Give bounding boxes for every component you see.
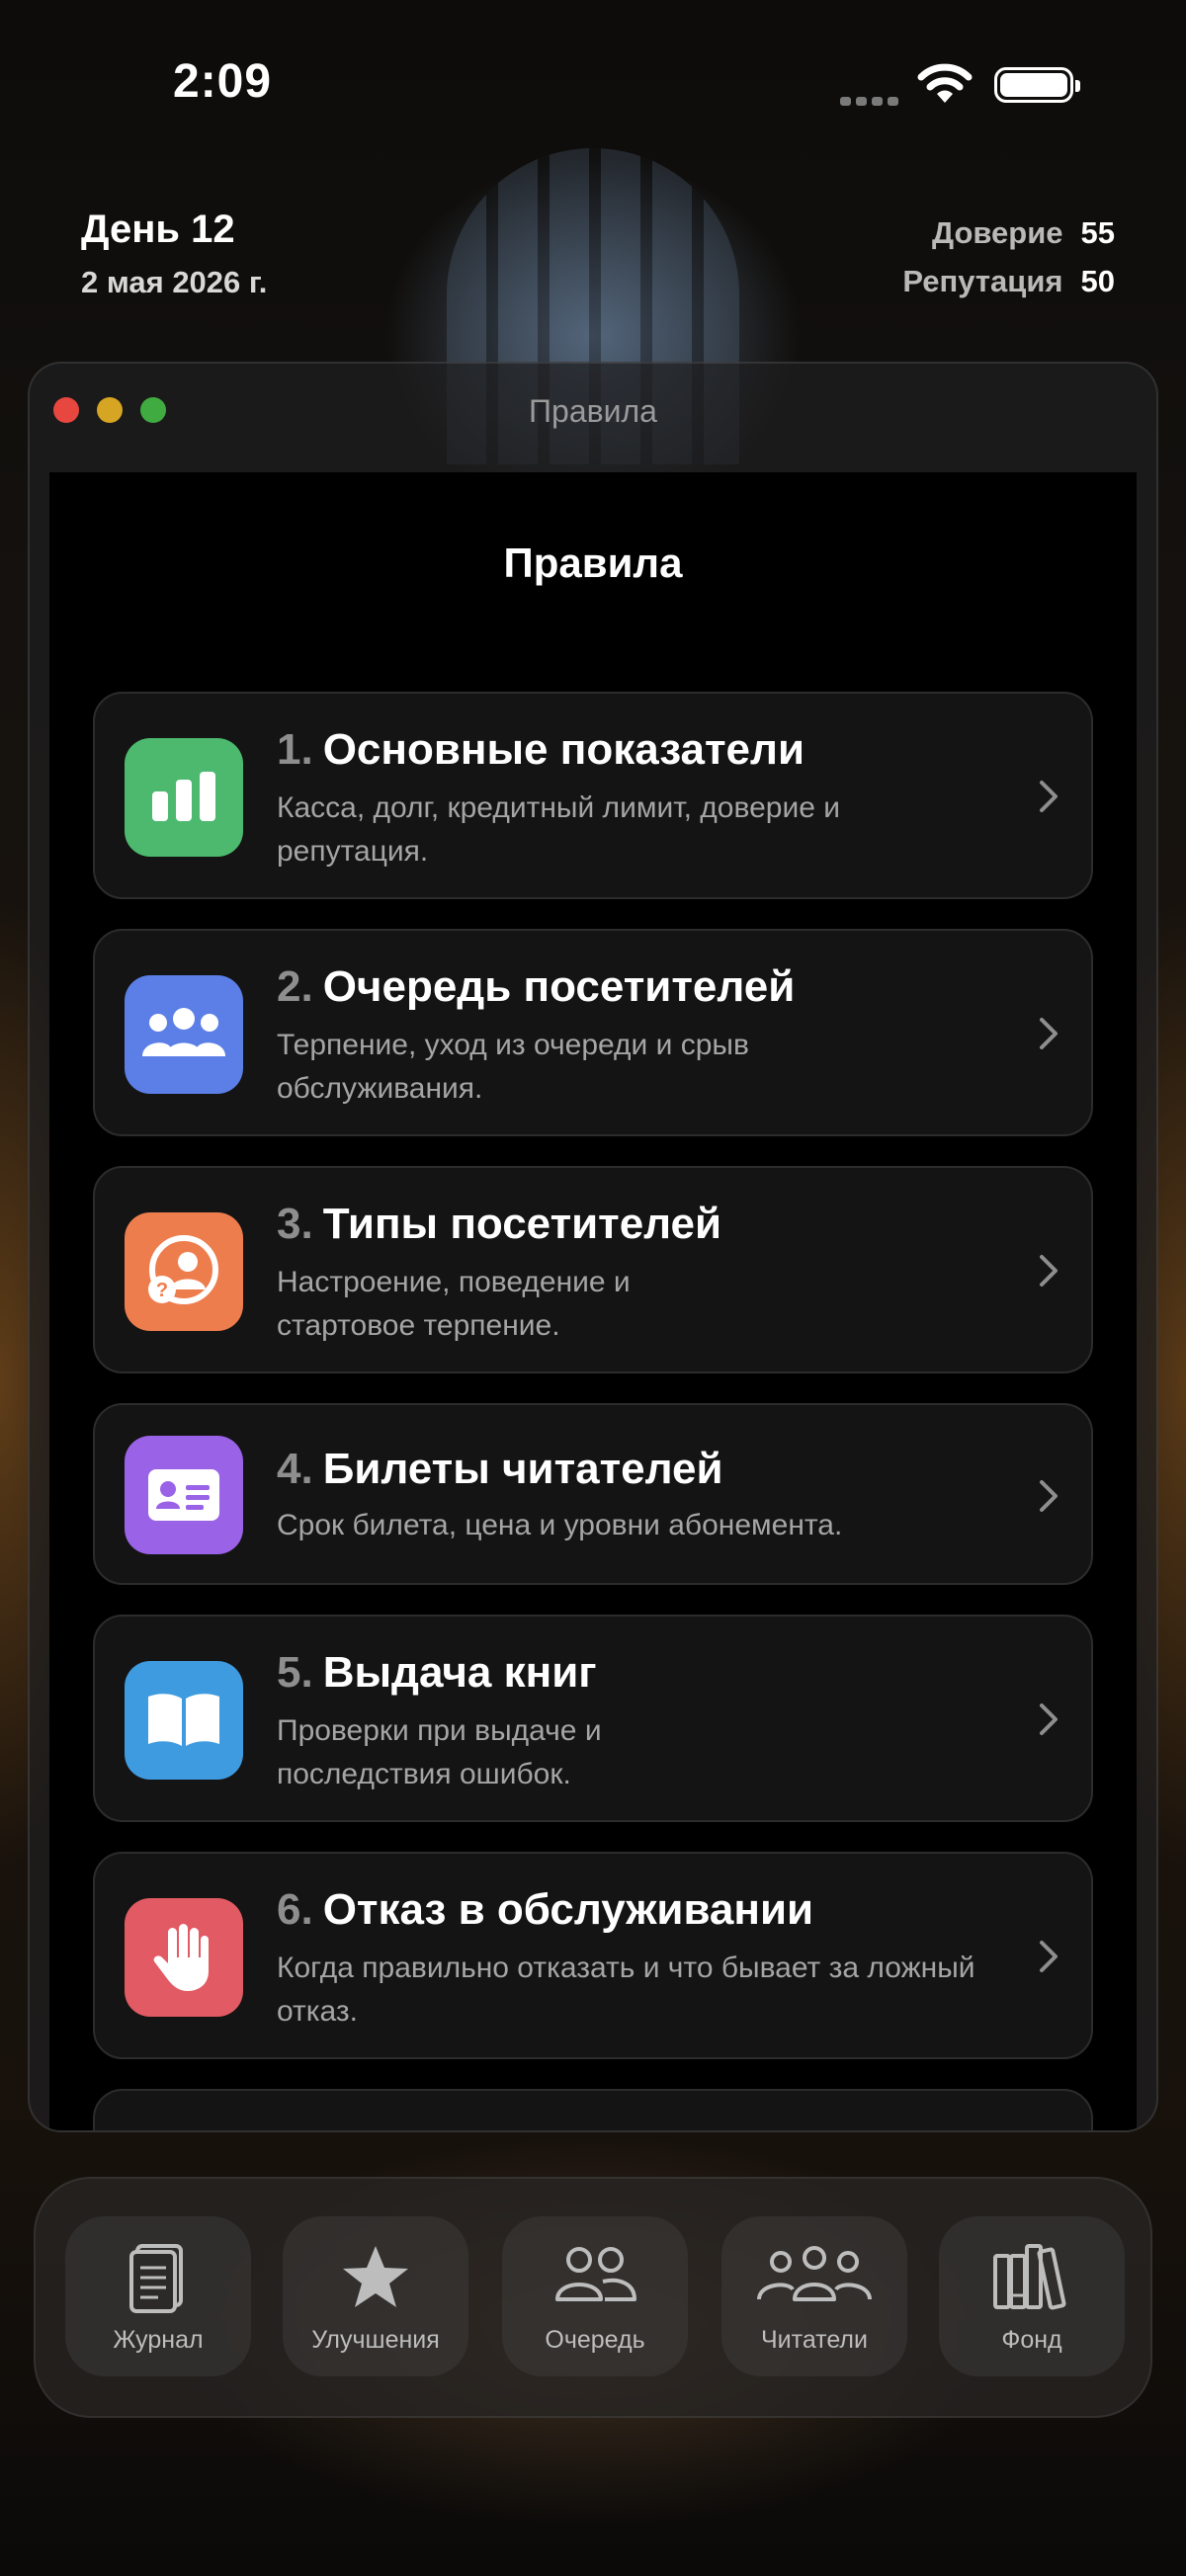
trust-stat: Доверие 55 — [932, 215, 1115, 251]
status-bar: 2:09 — [0, 0, 1186, 168]
window-title: Правила — [529, 393, 657, 429]
page-title: Правила — [503, 540, 683, 586]
status-time: 2:09 — [173, 55, 273, 108]
person-question-icon: ? — [125, 1212, 243, 1331]
rule-description: Проверки при выдаче и последствия ошибок… — [277, 1714, 602, 1790]
reputation-stat: Репутация 50 — [902, 264, 1115, 299]
journal-icon — [129, 2244, 183, 2313]
rule-title: 2. Очередь посетителей — [277, 962, 796, 1011]
rule-item-partial[interactable] — [93, 2089, 1093, 2130]
rule-title: 4. Билеты читателей — [277, 1445, 723, 1493]
trust-label: Доверие — [931, 215, 1063, 250]
rule-item-reader-tickets[interactable]: 4. Билеты читателей Срок билета, цена и у… — [93, 1403, 1093, 1585]
rule-description: Терпение, уход из очереди и срыв обслужи… — [277, 1029, 749, 1105]
chevron-right-icon — [1040, 1703, 1058, 1735]
battery-icon — [994, 67, 1080, 103]
tab-label: Журнал — [113, 2326, 204, 2354]
star-icon — [343, 2246, 408, 2307]
tab-readers[interactable]: Читатели — [721, 2216, 907, 2376]
svg-text:?: ? — [156, 1280, 168, 1301]
trust-value: 55 — [1080, 215, 1115, 250]
rules-window: Правила Правила 1. Основные показатели Ка… — [28, 362, 1158, 2132]
tab-upgrades[interactable]: Улучшения — [283, 2216, 468, 2376]
tab-queue[interactable]: Очередь — [502, 2216, 688, 2376]
chevron-right-icon — [1040, 1255, 1058, 1287]
readers-icon — [757, 2246, 872, 2301]
reputation-label: Репутация — [902, 264, 1063, 298]
tab-label: Улучшения — [311, 2326, 440, 2354]
rule-title: 3. Типы посетителей — [277, 1200, 722, 1248]
tab-label: Очередь — [545, 2326, 645, 2354]
rules-content[interactable]: Правила 1. Основные показатели Касса, дол… — [49, 472, 1137, 2130]
rule-title: 1. Основные показатели — [277, 725, 805, 774]
tab-label: Фонд — [1001, 2326, 1062, 2354]
rule-description: Когда правильно отказать и что бывает за… — [277, 1952, 975, 2028]
rule-description: Срок билета, цена и уровни абонемента. — [277, 1509, 843, 1541]
hand-stop-icon — [125, 1898, 243, 2017]
chevron-right-icon — [1040, 1018, 1058, 1049]
open-book-icon — [125, 1661, 243, 1780]
chevron-right-icon — [1040, 1941, 1058, 1972]
id-card-icon — [125, 1436, 243, 1554]
reputation-value: 50 — [1080, 264, 1115, 298]
people-group-icon — [125, 975, 243, 1094]
tab-journal[interactable]: Журнал — [65, 2216, 251, 2376]
rule-item-main-indicators[interactable]: 1. Основные показатели Касса, долг, креди… — [93, 692, 1093, 899]
rule-item-visitor-queue[interactable]: 2. Очередь посетителей Терпение, уход из … — [93, 929, 1093, 1136]
rule-item-visitor-types[interactable]: ? 3. Типы посетителей Настроение, поведен… — [93, 1166, 1093, 1373]
rule-description: Настроение, поведение и стартовое терпен… — [277, 1266, 631, 1342]
tab-fund[interactable]: Фонд — [939, 2216, 1125, 2376]
rule-title: 5. Выдача книг — [277, 1648, 597, 1697]
rule-item-book-lending[interactable]: 5. Выдача книг Проверки при выдаче и посл… — [93, 1615, 1093, 1822]
books-shelf-icon — [993, 2244, 1066, 2310]
rule-title: 6. Отказ в обслуживании — [277, 1885, 814, 1934]
rule-item-service-refusal[interactable]: 6. Отказ в обслуживании Когда правильно о… — [93, 1852, 1093, 2059]
wifi-icon — [917, 63, 973, 103]
tab-label: Читатели — [761, 2326, 868, 2354]
tab-bar: Журнал Улучшения Очередь Читатели Фонд — [34, 2177, 1152, 2418]
queue-people-icon — [555, 2247, 636, 2301]
day-date: 2 мая 2026 г. — [81, 265, 268, 299]
chevron-right-icon — [1040, 781, 1058, 812]
chevron-right-icon — [1040, 1480, 1058, 1512]
signal-icon — [840, 93, 903, 111]
chart-bars-icon — [125, 738, 243, 857]
rule-description: Касса, долг, кредитный лимит, доверие и … — [277, 791, 840, 868]
day-title: День 12 — [81, 208, 235, 251]
